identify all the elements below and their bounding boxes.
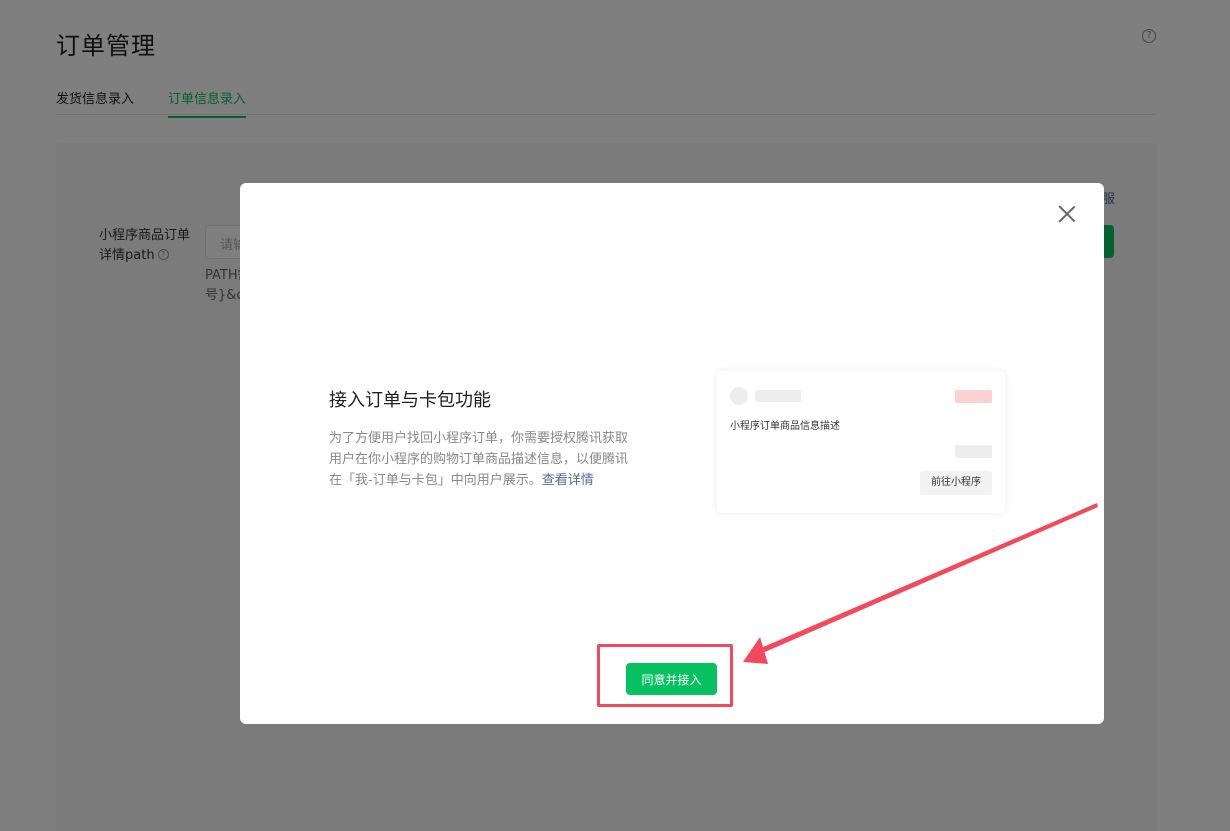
preview-status-placeholder (955, 390, 992, 403)
dialog-description: 为了方便用户找回小程序订单，你需要授权腾讯获取用户在你小程序的购物订单商品描述信… (329, 428, 635, 491)
annotation-highlight-box (597, 644, 733, 707)
preview-item-text: 小程序订单商品信息描述 (730, 421, 840, 432)
view-details-link[interactable]: 查看详情 (542, 473, 594, 488)
preview-avatar (730, 387, 748, 405)
dialog-title: 接入订单与卡包功能 (329, 390, 491, 411)
preview-name-placeholder (755, 390, 801, 402)
preview-go-button: 前往小程序 (920, 471, 992, 495)
order-card-preview: 小程序订单商品信息描述 前往小程序 (717, 371, 1005, 513)
preview-price-placeholder (955, 445, 992, 458)
authorization-dialog: 接入订单与卡包功能 为了方便用户找回小程序订单，你需要授权腾讯获取用户在你小程序… (240, 183, 1104, 724)
close-icon[interactable] (1058, 205, 1076, 223)
